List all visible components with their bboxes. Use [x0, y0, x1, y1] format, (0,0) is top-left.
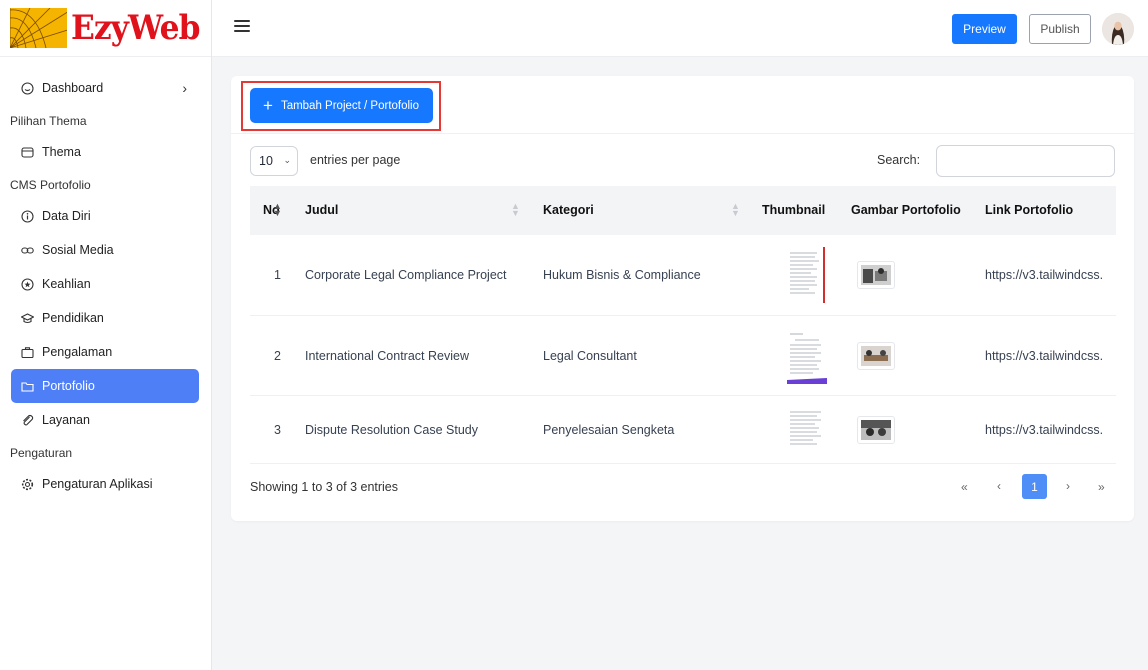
add-portfolio-label: Tambah Project / Portofolio — [280, 99, 420, 112]
cell-kategori: Hukum Bisnis & Compliance — [543, 268, 701, 282]
section-pilihan-thema: Pilihan Thema — [10, 114, 87, 128]
cell-judul: Corporate Legal Compliance Project — [305, 268, 507, 282]
portfolio-image[interactable] — [857, 416, 895, 444]
attachment-icon — [21, 414, 34, 427]
sort-icon[interactable]: ▲ ▼ — [731, 202, 740, 218]
sidebar-item-pengalaman[interactable]: Pengalaman — [11, 335, 199, 369]
thumbnail-image[interactable] — [787, 328, 827, 384]
sort-icon[interactable]: ▲ ▼ — [273, 202, 282, 218]
portfolio-image[interactable] — [857, 342, 895, 370]
sidebar-item-label: Pengaturan Aplikasi — [42, 477, 153, 491]
table-controls: 10 ⌄ entries per page Search: — [250, 145, 1115, 177]
sidebar-item-pengaturan-aplikasi[interactable]: Pengaturan Aplikasi — [11, 467, 199, 501]
portfolio-table: No ▲ ▼ Judul ▲ ▼ Kategori ▲ ▼ Thumbnail Gam… — [250, 186, 1116, 464]
sidebar-item-label: Keahlian — [42, 277, 91, 291]
thumbnail-image[interactable] — [787, 408, 827, 450]
sidebar-item-label: Pengalaman — [42, 345, 113, 359]
col-kategori[interactable]: Kategori — [543, 203, 594, 217]
briefcase-icon — [21, 346, 34, 359]
section-pengaturan: Pengaturan — [10, 446, 73, 460]
section-cms-portofolio: CMS Portofolio — [10, 178, 91, 192]
col-gambar-portofolio[interactable]: Gambar Portofolio — [851, 203, 961, 217]
folder-icon — [21, 380, 34, 393]
table-row[interactable]: 1 Corporate Legal Compliance Project Huk… — [250, 235, 1116, 316]
sidebar-item-pendidikan[interactable]: Pendidikan — [11, 301, 199, 335]
palette-icon — [21, 146, 34, 159]
sidebar-item-label: Sosial Media — [42, 243, 114, 257]
table-header: No ▲ ▼ Judul ▲ ▼ Kategori ▲ ▼ Thumbnail Gam… — [250, 186, 1116, 235]
sidebar-item-label: Portofolio — [42, 379, 95, 393]
pager-page-1[interactable]: 1 — [1022, 474, 1047, 499]
cell-link[interactable]: https://v3.tailwindcss. — [985, 423, 1103, 437]
cell-kategori: Legal Consultant — [543, 349, 637, 363]
portfolio-image[interactable] — [857, 261, 895, 289]
cell-judul: Dispute Resolution Case Study — [305, 423, 479, 437]
cell-link[interactable]: https://v3.tailwindcss. — [985, 268, 1103, 282]
plus-icon: + — [263, 96, 273, 115]
col-thumbnail[interactable]: Thumbnail — [762, 203, 825, 217]
sidebar-item-thema[interactable]: Thema — [11, 135, 199, 169]
chevron-right-icon: › — [182, 80, 187, 96]
cell-no: 2 — [274, 349, 281, 363]
sidebar-item-label: Layanan — [42, 413, 90, 427]
sidebar: EzyWeb Dashboard › Pilihan Thema Thema C… — [0, 0, 212, 670]
table-row[interactable]: 3 Dispute Resolution Case Study Penyeles… — [250, 396, 1116, 464]
sidebar-item-label: Data Diri — [42, 209, 91, 223]
brand-name: EzyWeb — [71, 8, 201, 48]
sidebar-item-sosial-media[interactable]: Sosial Media — [11, 233, 199, 267]
sidebar-item-data-diri[interactable]: Data Diri — [11, 199, 199, 233]
search-input[interactable] — [936, 145, 1115, 177]
menu-icon[interactable] — [234, 20, 250, 34]
sidebar-item-label: Dashboard — [42, 81, 104, 95]
pager-prev[interactable]: ‹ — [997, 479, 1001, 493]
pager-last[interactable]: » — [1098, 480, 1105, 494]
graduation-cap-icon — [21, 312, 34, 325]
smile-icon — [21, 81, 34, 95]
info-icon — [21, 209, 34, 223]
sidebar-item-label: Thema — [42, 145, 81, 159]
pager-first[interactable]: « — [961, 480, 968, 494]
pager-next[interactable]: › — [1066, 479, 1070, 493]
sidebar-item-layanan[interactable]: Layanan — [11, 403, 199, 437]
card-header: + Tambah Project / Portofolio — [231, 76, 1134, 134]
star-icon — [21, 277, 34, 291]
sidebar-nav: Dashboard › Pilihan Thema Thema CMS Port… — [0, 57, 211, 501]
entries-per-page-label: entries per page — [310, 153, 401, 167]
entries-per-page-select[interactable]: 10 ⌄ — [250, 146, 298, 176]
showing-entries-text: Showing 1 to 3 of 3 entries — [250, 480, 399, 494]
gear-icon — [21, 478, 34, 491]
sidebar-item-keahlian[interactable]: Keahlian — [11, 267, 199, 301]
col-judul[interactable]: Judul — [305, 203, 338, 217]
logo-icon — [10, 8, 68, 48]
avatar[interactable] — [1102, 13, 1134, 45]
cell-no: 1 — [274, 268, 281, 282]
sort-icon[interactable]: ▲ ▼ — [511, 202, 520, 218]
cell-no: 3 — [274, 423, 281, 437]
thumbnail-image[interactable] — [787, 247, 827, 303]
preview-button[interactable]: Preview — [952, 14, 1017, 44]
sidebar-item-label: Pendidikan — [42, 311, 104, 325]
portfolio-card: + Tambah Project / Portofolio 10 ⌄ entri… — [231, 76, 1134, 521]
search-label: Search: — [877, 153, 921, 167]
cell-kategori: Penyelesaian Sengketa — [543, 423, 675, 437]
link-icon — [21, 244, 34, 257]
sidebar-item-dashboard[interactable]: Dashboard › — [11, 71, 199, 105]
cell-judul: International Contract Review — [305, 349, 469, 363]
sidebar-item-portofolio[interactable]: Portofolio — [11, 369, 199, 403]
topbar: Preview Publish — [212, 0, 1148, 57]
per-page-value: 10 — [259, 154, 273, 168]
brand-logo[interactable]: EzyWeb — [0, 0, 211, 57]
cell-link[interactable]: https://v3.tailwindcss. — [985, 349, 1103, 363]
add-portfolio-button[interactable]: + Tambah Project / Portofolio — [250, 88, 433, 123]
table-row[interactable]: 2 International Contract Review Legal Co… — [250, 316, 1116, 396]
chevron-down-icon: ⌄ — [283, 155, 291, 165]
col-link-portofolio[interactable]: Link Portofolio — [985, 203, 1073, 217]
publish-button[interactable]: Publish — [1029, 14, 1091, 44]
